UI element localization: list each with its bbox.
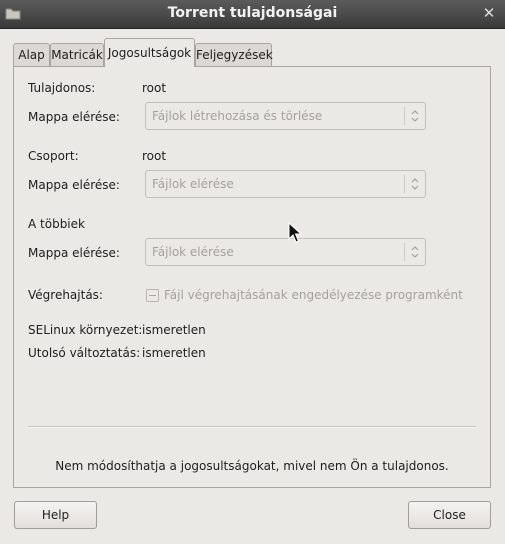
selinux-label: SELinux környezet: — [28, 323, 143, 337]
group-value: root — [142, 149, 167, 163]
owner-label: Tulajdonos: — [28, 81, 96, 95]
close-button[interactable]: Close — [408, 501, 491, 529]
up-down-arrows-icon — [409, 244, 421, 260]
group-access-combo[interactable]: Fájlok elérése — [145, 170, 426, 198]
close-icon[interactable]: ✕ — [481, 4, 497, 22]
combo-separator — [404, 175, 405, 193]
tab-alap[interactable]: Alap — [13, 43, 50, 66]
window-title: Torrent tulajdonságai — [167, 5, 338, 21]
last-changed-label: Utolsó változtatás: — [28, 346, 141, 360]
mouse-pointer-icon — [288, 221, 303, 244]
execute-label: Végrehajtás: — [28, 288, 103, 302]
combo-separator — [404, 243, 405, 261]
others-access-label: Mappa elérése: — [28, 246, 120, 260]
combo-separator — [404, 107, 405, 125]
others-access-combo[interactable]: Fájlok elérése — [145, 238, 426, 266]
tab-jogosultsagok[interactable]: Jogosultságok — [104, 38, 195, 67]
owner-value: root — [142, 81, 167, 95]
title-bar: Torrent tulajdonságai ✕ — [0, 0, 505, 29]
group-label: Csoport: — [28, 149, 79, 163]
execute-checkbox[interactable] — [146, 289, 159, 302]
up-down-arrows-icon — [409, 108, 421, 124]
owner-access-combo[interactable]: Fájlok létrehozása és törlése — [145, 102, 426, 130]
others-label: A többiek — [28, 217, 85, 231]
owner-access-value: Fájlok létrehozása és törlése — [152, 109, 323, 123]
others-access-value: Fájlok elérése — [152, 245, 234, 259]
up-down-arrows-icon — [409, 176, 421, 192]
owner-access-label: Mappa elérése: — [28, 110, 120, 124]
tab-feljegyzesek[interactable]: Feljegyzések — [195, 43, 273, 66]
selinux-value: ismeretlen — [142, 323, 206, 337]
permission-notice: Nem módosíthatja a jogosultságokat, mive… — [55, 459, 449, 473]
tab-matricak[interactable]: Matricák — [50, 43, 104, 66]
permissions-panel: Tulajdonos: root Mappa elérése: Fájlok l… — [13, 66, 491, 488]
last-changed-value: ismeretlen — [142, 346, 206, 360]
divider — [28, 426, 476, 428]
group-access-value: Fájlok elérése — [152, 177, 234, 191]
help-button[interactable]: Help — [14, 501, 97, 529]
execute-checkbox-label[interactable]: Fájl végrehajtásának engedélyezése progr… — [164, 288, 463, 302]
group-access-label: Mappa elérése: — [28, 178, 120, 192]
